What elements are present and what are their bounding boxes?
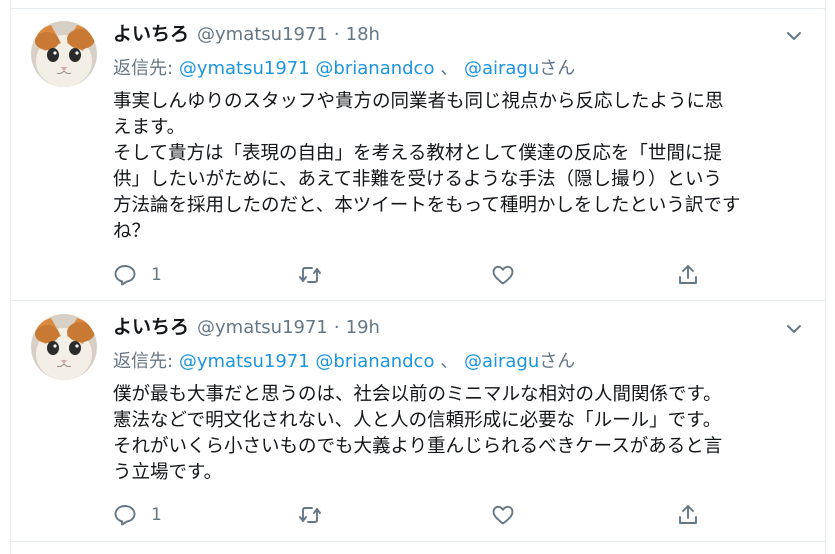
handle[interactable]: @ymatsu1971 bbox=[197, 317, 328, 338]
avatar[interactable] bbox=[31, 314, 97, 380]
separator: · bbox=[333, 317, 340, 338]
like-button[interactable] bbox=[491, 501, 515, 529]
mention-link[interactable]: @brianandco bbox=[315, 351, 434, 372]
tweet[interactable]: よいちろ @ymatsu1971 · 18h 返信先: @ymatsu1971 … bbox=[11, 8, 825, 301]
reply-prefix: 返信先: bbox=[113, 351, 174, 372]
chevron-down-icon[interactable] bbox=[783, 318, 805, 340]
like-button[interactable] bbox=[491, 261, 515, 289]
separator: · bbox=[333, 24, 340, 45]
reply-context: 返信先: @ymatsu1971 @brianandco 、 @airaguさん bbox=[113, 54, 575, 80]
tweet-text: 僕が最も大事だと思うのは、社会以前のミニマルな相対の人間関係です。 憲法などで明… bbox=[113, 384, 723, 483]
display-name[interactable]: よいちろ bbox=[113, 19, 189, 46]
display-name[interactable]: よいちろ bbox=[113, 312, 189, 339]
tweet[interactable]: よいちろ @ymatsu1971 · 19h 返信先: @ymatsu1971 … bbox=[11, 302, 825, 542]
share-button[interactable] bbox=[676, 261, 700, 289]
mention-link[interactable]: @brianandco bbox=[315, 58, 434, 79]
timestamp[interactable]: 18h bbox=[346, 24, 380, 45]
retweet-button[interactable] bbox=[297, 501, 323, 529]
reply-separator: 、 bbox=[440, 58, 459, 79]
share-icon[interactable] bbox=[676, 263, 700, 287]
reply-suffix: さん bbox=[539, 351, 576, 372]
reply-prefix: 返信先: bbox=[113, 58, 174, 79]
retweet-icon[interactable] bbox=[297, 503, 323, 527]
avatar[interactable] bbox=[31, 21, 97, 87]
reply-icon[interactable] bbox=[113, 503, 137, 527]
timestamp[interactable]: 19h bbox=[346, 317, 380, 338]
timeline: よいちろ @ymatsu1971 · 18h 返信先: @ymatsu1971 … bbox=[10, 0, 826, 554]
tweet-header: よいちろ @ymatsu1971 · 19h bbox=[113, 312, 380, 342]
reply-button[interactable]: 1 bbox=[113, 501, 162, 529]
mention-link[interactable]: @ymatsu1971 bbox=[179, 351, 310, 372]
retweet-button[interactable] bbox=[297, 261, 323, 289]
tweet-header: よいちろ @ymatsu1971 · 18h bbox=[113, 19, 380, 49]
tweet-actions: 1 bbox=[113, 261, 713, 289]
share-icon[interactable] bbox=[676, 503, 700, 527]
handle[interactable]: @ymatsu1971 bbox=[197, 24, 328, 45]
reply-count: 1 bbox=[151, 265, 162, 285]
retweet-icon[interactable] bbox=[297, 263, 323, 287]
tweet-actions: 1 bbox=[113, 501, 713, 529]
mention-link[interactable]: @ymatsu1971 bbox=[179, 58, 310, 79]
reply-icon[interactable] bbox=[113, 263, 137, 287]
mention-link[interactable]: @airagu bbox=[464, 58, 539, 79]
reply-separator: 、 bbox=[440, 351, 459, 372]
reply-count: 1 bbox=[151, 505, 162, 525]
reply-suffix: さん bbox=[539, 58, 576, 79]
chevron-down-icon[interactable] bbox=[783, 25, 805, 47]
like-icon[interactable] bbox=[491, 503, 515, 527]
reply-button[interactable]: 1 bbox=[113, 261, 162, 289]
tweet-text: 事実しんゆりのスタッフや貴方の同業者も同じ視点から反応したように思 えます。 そ… bbox=[113, 91, 741, 242]
like-icon[interactable] bbox=[491, 263, 515, 287]
mention-link[interactable]: @airagu bbox=[464, 351, 539, 372]
share-button[interactable] bbox=[676, 501, 700, 529]
reply-context: 返信先: @ymatsu1971 @brianandco 、 @airaguさん bbox=[113, 347, 575, 373]
